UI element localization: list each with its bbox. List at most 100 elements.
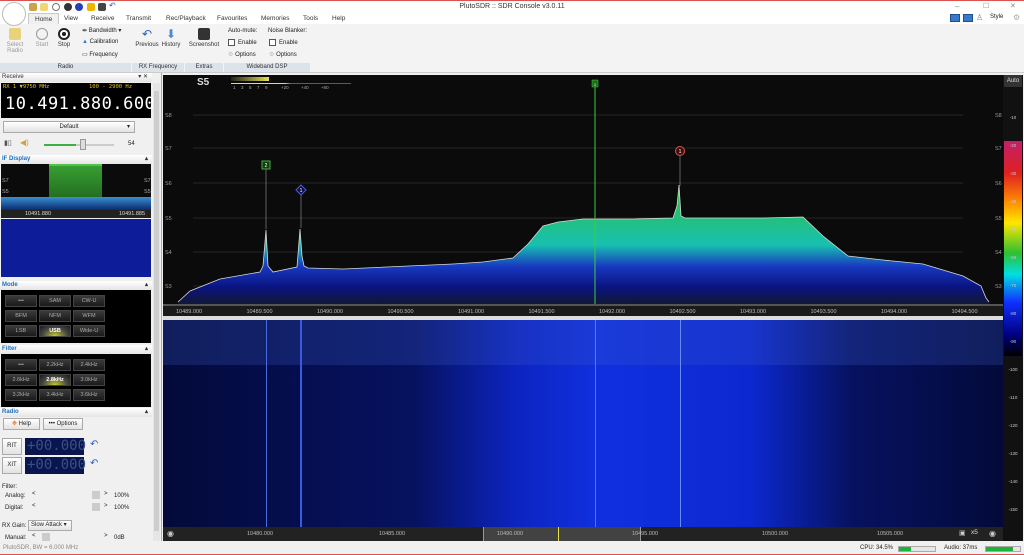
stop-button[interactable]: Stop [54,28,74,48]
screenshot-button[interactable]: Screenshot [187,28,221,48]
layout-alt-icon[interactable] [963,14,973,22]
s-label: S7 [2,178,9,184]
mode-button[interactable]: ••• [5,295,37,307]
auto-mute-options-button[interactable]: ⚙ Options [228,51,256,58]
calibration-button[interactable]: ▲ Calibration [82,39,118,45]
color-scale-tick: -110 [1008,395,1018,400]
mode-button[interactable]: Wide-U [73,325,105,337]
zoom-level[interactable]: x5 [971,529,978,536]
tab-transmit[interactable]: Transmit [120,13,157,24]
s-meter-scale [231,83,351,84]
crown-icon[interactable] [87,3,95,11]
color-scale-tick: -60 [1009,255,1017,260]
color-scale[interactable]: Auto -10 -20 -30 -40 -50 -60 -70 -80 -90 -100 -110… [1003,75,1023,541]
camera-icon[interactable] [98,3,106,11]
rx-gain-dropdown[interactable]: Slow Attack ▾ [28,520,72,531]
previous-button[interactable]: ↶ Previous [134,28,160,48]
undo-icon[interactable]: ↶ [109,1,117,10]
speaker-icon[interactable]: ◀) [20,138,29,147]
left-panel-scrollbar[interactable] [153,83,160,543]
tab-tools[interactable]: Tools [297,13,324,24]
tab-home[interactable]: Home [28,13,60,24]
auto-mute-enable-checkbox[interactable]: Enable [228,39,257,46]
xit-reset-icon[interactable]: ↶ [90,458,98,469]
rit-button[interactable]: RIT [2,438,22,455]
close-button[interactable]: ✕ [1010,2,1016,10]
scroll-right-button[interactable]: ◉ [989,529,996,538]
rit-value[interactable]: +00.000 [25,438,86,455]
mode-button[interactable]: SAM [39,295,71,307]
options-button[interactable]: ••• Options [43,418,83,430]
tab-rec-playback[interactable]: Rec/Playback [160,13,212,24]
xit-value[interactable]: +00.000 [25,457,86,474]
mode-button[interactable]: NFM [39,310,71,322]
filter-button[interactable]: 2.4kHz [73,359,105,371]
filter-button[interactable]: 3.2kHz [5,389,37,401]
filter-button[interactable]: 2.2kHz [39,359,71,371]
home-icon[interactable] [29,3,37,11]
layout-icon[interactable] [950,14,960,22]
noise-blanker-enable-checkbox[interactable]: Enable [269,39,298,46]
digital-slider[interactable]: < > [32,503,110,512]
tab-favourites[interactable]: Favourites [211,13,253,24]
noise-blanker-options-button[interactable]: ⚙ Options [269,51,297,58]
tab-memories[interactable]: Memories [255,13,296,24]
if-display[interactable]: S7 S5 S7 S5 10491.880 10491.885 [1,164,151,218]
mode-button[interactable]: USB [39,325,71,337]
filter-button[interactable]: 2.6kHz [5,374,37,386]
history-button[interactable]: ⬇ History [160,28,182,48]
folder-icon[interactable] [40,3,48,11]
waterfall-display[interactable] [163,320,1003,527]
camera-icon [198,28,210,40]
cpu-usage: CPU: 34.5% [860,545,894,551]
signal-bars-icon[interactable]: ▮▯ [4,139,12,147]
mode-button[interactable]: BFM [5,310,37,322]
mode-button[interactable]: CW-U [73,295,105,307]
filter-button[interactable]: ••• [5,359,37,371]
frequency-button[interactable]: ▭ Frequency [82,51,118,58]
bandwidth-button[interactable]: ⇹ Bandwidth ▾ [82,27,121,34]
vfo-frequency[interactable]: 10.491.880.600 [5,94,155,114]
volume-slider[interactable] [44,139,114,150]
camera-icon[interactable]: ▣ [959,529,966,537]
start-button[interactable]: Start [32,28,52,48]
color-scale-tick: -40 [1009,199,1017,204]
spectrum-display[interactable]: S8 S8 S7 S7 S6 S6 S5 S5 S4 S4 S3 S3 1 2 1 1 10489.000 104… [163,75,1003,316]
filter-button[interactable]: 3.4kHz [39,389,71,401]
frequency-tick: 10493.000 [740,309,766,315]
person-icon[interactable]: ♙ [976,13,983,22]
overview-axis[interactable]: ◉ 10480.000 10485.000 10490.000 10495.000 10… [163,527,1003,541]
color-scale-tick: -100 [1008,367,1018,372]
mode-button[interactable]: LSB [5,325,37,337]
radio-status: PlutoSDR, BW = 6.000 MHz [3,545,79,551]
tab-view[interactable]: View [58,13,84,24]
close-icon[interactable]: ▾ ✕ [138,73,148,80]
stop-icon[interactable] [64,3,72,11]
auto-scale-button[interactable]: Auto [1004,75,1022,87]
filter-header: Filter ▴ [0,345,152,354]
help-button[interactable]: ✥ Help [3,418,40,430]
mode-button[interactable]: WFM [73,310,105,322]
if-waterfall [1,219,151,277]
tab-help[interactable]: Help [326,13,351,24]
maximize-button[interactable]: ☐ [983,2,989,10]
filter-button[interactable]: 3.6kHz [73,389,105,401]
settings-icon[interactable]: ⚙ [1013,13,1020,22]
rit-reset-icon[interactable]: ↶ [90,439,98,450]
tab-receive[interactable]: Receive [85,13,120,24]
s-meter-tick: 3 [241,85,244,90]
receive-header: Receive ▾ ✕ [0,73,152,82]
style-menu[interactable]: Style [990,14,1003,20]
frequency-display[interactable]: RX 1 ▼9750 MHz 100 - 2900 Hz 10.491.880.… [1,83,155,118]
minimize-button[interactable]: – [955,2,959,11]
analog-slider[interactable]: < > [32,491,110,500]
select-radio-button[interactable]: Select Radio [3,28,27,54]
preset-dropdown[interactable]: Default ▾ [3,121,135,133]
play-icon[interactable] [52,3,60,11]
app-menu-button[interactable] [2,2,26,26]
xit-button[interactable]: XIT [2,457,22,474]
scroll-left-button[interactable]: ◉ [167,529,174,538]
filter-button[interactable]: 3.0kHz [73,374,105,386]
record-icon[interactable] [75,3,83,11]
filter-button[interactable]: 2.8kHz [39,374,71,386]
